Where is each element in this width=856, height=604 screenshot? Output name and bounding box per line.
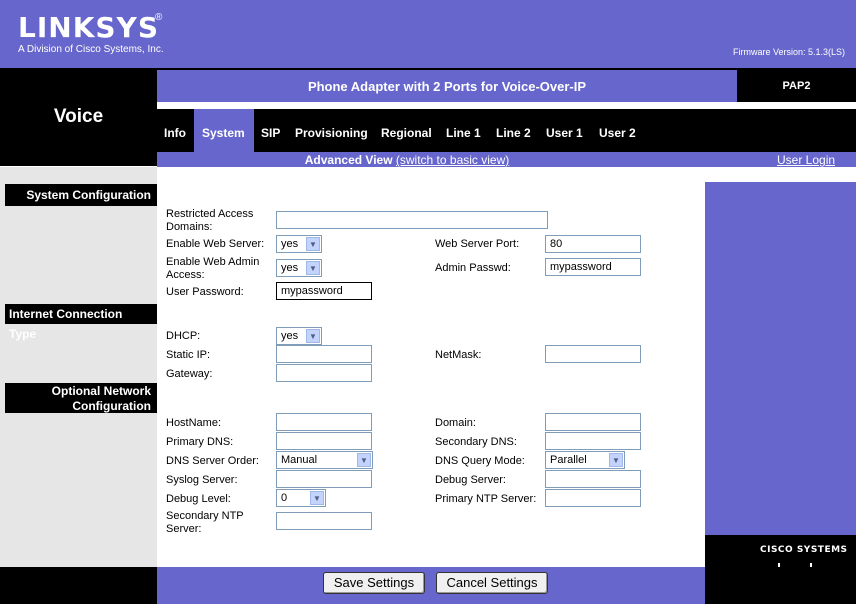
primary-ntp-server-label: Primary NTP Server: (435, 493, 537, 505)
syslog-server-input[interactable] (276, 470, 372, 488)
firmware-version: Firmware Version: 5.1.3(LS) (733, 47, 846, 57)
right-column (705, 182, 856, 572)
secondary-ntp-line2: Server: (166, 523, 202, 535)
secondary-dns-input[interactable] (545, 432, 641, 450)
primary-dns-label: Primary DNS: (166, 436, 234, 448)
dhcp-label: DHCP: (166, 330, 201, 342)
admin-passwd-input[interactable]: mypassword (545, 258, 641, 276)
enable-web-server-label: Enable Web Server: (166, 238, 265, 250)
dns-query-mode-value: Parallel (550, 454, 587, 466)
syslog-server-label: Syslog Server: (166, 474, 238, 486)
dns-query-mode-select[interactable]: Parallel ▼ (545, 451, 625, 469)
tab-sip[interactable]: SIP (261, 126, 280, 140)
restricted-access-line1: Restricted Access (166, 208, 254, 220)
tab-provisioning[interactable]: Provisioning (295, 126, 368, 140)
switch-view-link[interactable]: (switch to basic view) (396, 153, 509, 167)
tab-user-2[interactable]: User 2 (599, 126, 636, 140)
chevron-down-icon: ▼ (306, 261, 320, 275)
tab-system[interactable]: System (202, 126, 245, 140)
cisco-logo: Cisco Systems (760, 545, 848, 555)
dhcp-value: yes (281, 330, 299, 342)
left-column (0, 167, 157, 567)
model-name: PAP2 (782, 80, 811, 92)
primary-dns-input[interactable] (276, 432, 372, 450)
tab-user-1[interactable]: User 1 (546, 126, 583, 140)
view-mode-label: Advanced View (304, 153, 393, 167)
static-ip-input[interactable] (276, 345, 372, 363)
page-title: Phone Adapter with 2 Ports for Voice-Ove… (307, 79, 587, 94)
dns-server-order-value: Manual (281, 454, 318, 466)
enable-web-admin-line2: Access: (166, 269, 205, 281)
enable-web-admin-line1: Enable Web Admin (166, 256, 260, 268)
section-system-configuration: System Configuration (5, 184, 157, 206)
web-server-port-input[interactable]: 80 (545, 235, 641, 253)
static-ip-label: Static IP: (166, 349, 211, 361)
tab-divider (157, 106, 856, 109)
chevron-down-icon: ▼ (609, 453, 623, 467)
registered-mark: ® (155, 12, 163, 23)
enable-web-server-select[interactable]: yes ▼ (276, 235, 322, 253)
debug-level-value: 0 (281, 492, 288, 504)
view-mode: Advanced View (switch to basic view) (157, 153, 657, 167)
secondary-dns-label: Secondary DNS: (435, 436, 517, 448)
section-optional-line2: Configuration (72, 399, 151, 413)
hostname-input[interactable] (276, 413, 372, 431)
restricted-access-line2: Domains: (166, 221, 213, 233)
section-optional-line1: Optional Network (51, 384, 151, 398)
debug-level-select[interactable]: 0 ▼ (276, 489, 326, 507)
admin-passwd-label: Admin Passwd: (435, 262, 511, 274)
secondary-ntp-server-input[interactable] (276, 512, 372, 530)
tab-regional[interactable]: Regional (381, 126, 432, 140)
save-settings-button[interactable]: Save Settings (323, 572, 425, 594)
web-server-port-label: Web Server Port: (435, 238, 520, 250)
gateway-input[interactable] (276, 364, 372, 382)
footer-button-area (157, 567, 705, 604)
chevron-down-icon: ▼ (306, 237, 320, 251)
tab-line-2[interactable]: Line 2 (496, 126, 531, 140)
netmask-label: NetMask: (435, 349, 482, 361)
section-optional-network-configuration: Optional Network Configuration (5, 383, 157, 413)
dhcp-select[interactable]: yes ▼ (276, 327, 322, 345)
secondary-ntp-server-label: Secondary NTP Server: (166, 510, 244, 536)
chevron-down-icon: ▼ (306, 329, 320, 343)
linksys-logo: LINKSYS (18, 11, 159, 44)
tab-line-1[interactable]: Line 1 (446, 126, 481, 140)
debug-server-input[interactable] (545, 470, 641, 488)
gateway-label: Gateway: (166, 368, 213, 380)
restricted-access-domains-input[interactable] (276, 211, 548, 229)
restricted-access-label: Restricted Access Domains: (166, 208, 253, 234)
chevron-down-icon: ▼ (310, 491, 324, 505)
dns-server-order-label: DNS Server Order: (166, 455, 259, 467)
section-internet-connection-type: Internet Connection Type (5, 304, 157, 341)
primary-ntp-server-input[interactable] (545, 489, 641, 507)
netmask-input[interactable] (545, 345, 641, 363)
enable-web-admin-select[interactable]: yes ▼ (276, 259, 322, 277)
tab-info[interactable]: Info (164, 126, 186, 140)
enable-web-admin-value: yes (281, 262, 299, 274)
right-stripe (705, 167, 856, 182)
enable-web-server-value: yes (281, 238, 299, 250)
user-password-input[interactable]: mypassword (276, 282, 372, 300)
dns-query-mode-label: DNS Query Mode: (435, 455, 525, 467)
secondary-ntp-line1: Secondary NTP (166, 510, 244, 522)
debug-level-label: Debug Level: (166, 493, 231, 505)
user-password-label: User Password: (166, 286, 244, 298)
debug-server-label: Debug Server: (435, 474, 506, 486)
section-title: Voice (53, 106, 104, 127)
logo-subtitle: A Division of Cisco Systems, Inc. (18, 44, 164, 55)
user-login-link[interactable]: User Login (777, 153, 835, 167)
domain-input[interactable] (545, 413, 641, 431)
domain-label: Domain: (435, 417, 476, 429)
hostname-label: HostName: (166, 417, 222, 429)
dns-server-order-select[interactable]: Manual ▼ (276, 451, 373, 469)
cancel-settings-button[interactable]: Cancel Settings (436, 572, 548, 594)
chevron-down-icon: ▼ (357, 453, 371, 467)
enable-web-admin-label: Enable Web Admin Access: (166, 256, 259, 282)
